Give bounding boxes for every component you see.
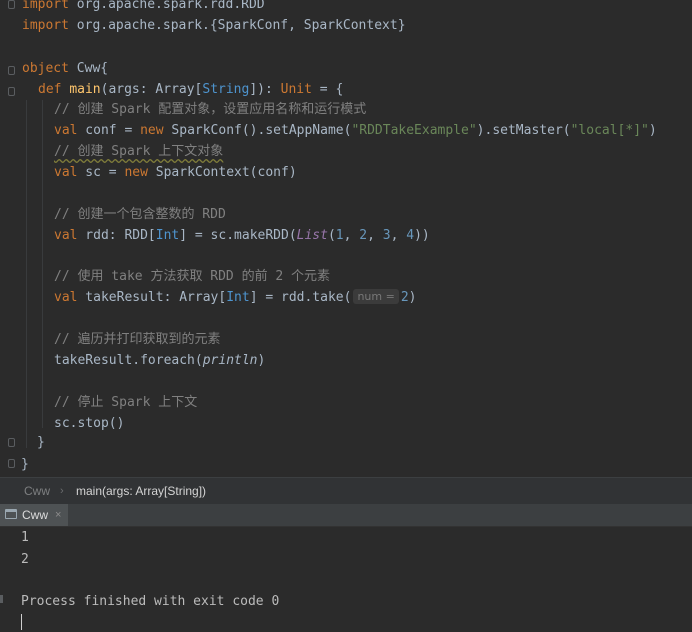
code-text: sc.stop() <box>54 416 125 431</box>
code-line-sc[interactable]: val sc = new SparkContext(conf) <box>54 162 297 183</box>
keyword: val <box>54 165 78 180</box>
code-text: sc = <box>77 165 125 180</box>
keyword: def <box>38 82 62 97</box>
string-literal: "local[*]" <box>570 123 649 138</box>
keyword: val <box>54 290 78 305</box>
function-name: List <box>296 228 328 243</box>
breadcrumb-item-method[interactable]: main(args: Array[String]) <box>76 478 206 504</box>
type-name: String <box>202 82 250 97</box>
keyword: import <box>22 0 69 12</box>
breadcrumb-item-object[interactable]: Cww <box>24 478 50 504</box>
code-line-conf[interactable]: val conf = new SparkConf().setAppName("R… <box>54 120 657 141</box>
number-literal: 3 <box>382 228 391 243</box>
code-line-comment[interactable]: // 使用 take 方法获取 RDD 的前 2 个元素 <box>54 266 330 287</box>
import-path: org.apache.spark.{SparkConf, SparkContex… <box>68 18 406 33</box>
type-name: Int <box>155 228 180 243</box>
code-text: , <box>343 228 360 243</box>
keyword: import <box>22 18 69 33</box>
keyword: new <box>124 165 148 180</box>
code-line-comment[interactable]: // 创建 Spark 上下文对象 <box>54 141 223 162</box>
code-text: , <box>367 228 383 243</box>
code-comment: // 创建一个包含整数的 RDD <box>54 207 226 222</box>
indent-guide <box>26 100 27 448</box>
code-text: SparkContext(conf) <box>147 165 297 180</box>
console-output-line: Process finished with exit code 0 <box>21 594 280 609</box>
code-line-take[interactable]: val takeResult: Array[Int] = rdd.take(nu… <box>54 287 416 308</box>
console-output-line: 2 <box>21 552 29 567</box>
code-comment: // 使用 take 方法获取 RDD 的前 2 个元素 <box>54 269 331 284</box>
code-line-stop[interactable]: sc.stop() <box>54 413 124 434</box>
code-text: = { <box>311 82 344 97</box>
code-text: ]): <box>249 82 281 97</box>
keyword: val <box>54 228 78 243</box>
code-line-close-brace[interactable]: } <box>21 454 29 475</box>
code-text: } <box>21 457 29 472</box>
object-name: Cww{ <box>68 61 109 76</box>
fold-marker-icon[interactable] <box>8 459 15 468</box>
code-line-comment[interactable]: // 创建一个包含整数的 RDD <box>54 204 226 225</box>
console-input-caret[interactable] <box>21 614 22 630</box>
code-text: SparkConf().setAppName( <box>163 123 352 138</box>
fold-marker-icon[interactable] <box>8 66 15 75</box>
keyword: new <box>140 123 164 138</box>
code-text: rdd: RDD[ <box>77 228 156 243</box>
code-text: conf = <box>77 123 141 138</box>
run-panel: Cww × 1 2 Process finished with exit cod… <box>0 504 692 632</box>
code-text: takeResult.foreach( <box>54 353 203 368</box>
function-name: println <box>202 353 258 368</box>
code-text: ).setMaster( <box>476 123 571 138</box>
close-icon[interactable]: × <box>55 504 61 526</box>
number-literal: 4 <box>406 228 415 243</box>
code-text: ) <box>257 353 266 368</box>
breadcrumb-separator: › <box>60 485 64 497</box>
fold-marker-icon[interactable] <box>8 0 15 9</box>
code-line-close-brace[interactable]: } <box>37 432 45 453</box>
number-literal: 2 <box>400 290 409 305</box>
code-line-comment[interactable]: // 创建 Spark 配置对象，设置应用名称和运行模式 <box>54 99 366 120</box>
code-line-comment[interactable]: // 遍历并打印获取到的元素 <box>54 329 220 350</box>
output-marker <box>0 595 3 603</box>
code-comment: // 创建 Spark 配置对象，设置应用名称和运行模式 <box>54 102 367 117</box>
code-line-import-rdd[interactable]: import org.apache.spark.rdd.RDD <box>22 0 265 15</box>
code-text: (args: Array[ <box>100 82 203 97</box>
type-name: Int <box>226 290 250 305</box>
function-name: main <box>69 82 101 97</box>
string-literal: "RDDTakeExample" <box>351 123 477 138</box>
fold-marker-icon[interactable] <box>8 438 15 447</box>
code-comment: // 创建 Spark 上下文对象 <box>54 144 224 159</box>
code-line-comment[interactable]: // 停止 Spark 上下文 <box>54 392 197 413</box>
code-editor[interactable]: import org.apache.spark.rdd.RDD import o… <box>0 0 692 477</box>
code-line-object[interactable]: object Cww{ <box>22 58 108 79</box>
tab-label: Cww <box>22 508 48 522</box>
code-comment: // 遍历并打印获取到的元素 <box>54 332 221 347</box>
run-tab-bar: Cww × <box>0 504 692 527</box>
indent-guide <box>42 100 43 428</box>
code-text: ( <box>327 228 336 243</box>
code-line-def-main[interactable]: def main(args: Array[String]): Unit = { <box>38 79 343 100</box>
import-path: org.apache.spark.rdd.RDD <box>68 0 265 12</box>
code-line-foreach[interactable]: takeResult.foreach(println) <box>54 350 265 371</box>
code-line-import-spark[interactable]: import org.apache.spark.{SparkConf, Spar… <box>22 15 406 36</box>
code-line-rdd[interactable]: val rdd: RDD[Int] = sc.makeRDD(List(1, 2… <box>54 225 430 246</box>
code-text: ) <box>408 290 417 305</box>
fold-marker-icon[interactable] <box>8 87 15 96</box>
code-text: ] = sc.makeRDD( <box>179 228 297 243</box>
keyword: val <box>54 123 78 138</box>
code-text: , <box>390 228 407 243</box>
console-icon <box>5 509 17 519</box>
number-literal: 1 <box>335 228 344 243</box>
tab-run-cww[interactable]: Cww × <box>0 504 68 526</box>
code-text: takeResult: Array[ <box>77 290 227 305</box>
console-output-line: 1 <box>21 530 29 545</box>
parameter-hint: num = <box>353 289 399 304</box>
code-text: ] = rdd.take( <box>249 290 352 305</box>
number-literal: 2 <box>359 228 368 243</box>
breadcrumb: Cww › main(args: Array[String]) <box>0 477 692 504</box>
keyword: object <box>22 61 69 76</box>
code-comment: // 停止 Spark 上下文 <box>54 395 198 410</box>
code-text: ) <box>648 123 657 138</box>
type-name: Unit <box>280 82 312 97</box>
code-text: )) <box>414 228 430 243</box>
code-text: } <box>37 435 45 450</box>
